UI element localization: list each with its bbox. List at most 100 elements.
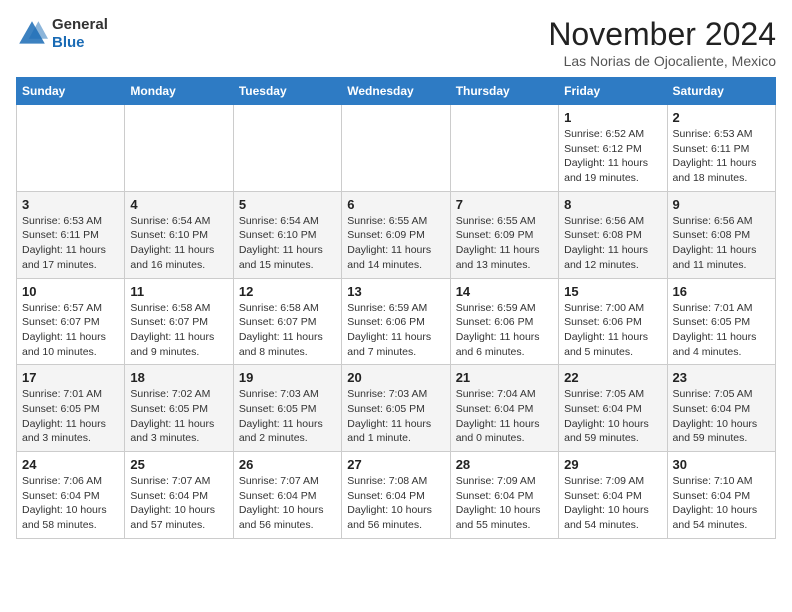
calendar-cell: 16 Sunrise: 7:01 AM Sunset: 6:05 PM Dayli… (667, 278, 775, 365)
day-number: 7 (456, 197, 553, 212)
day-info: Sunrise: 7:01 AM Sunset: 6:05 PM Dayligh… (22, 387, 119, 446)
day-info: Sunrise: 7:08 AM Sunset: 6:04 PM Dayligh… (347, 474, 444, 533)
day-info: Sunrise: 7:03 AM Sunset: 6:05 PM Dayligh… (239, 387, 336, 446)
calendar-cell: 10 Sunrise: 6:57 AM Sunset: 6:07 PM Dayli… (17, 278, 125, 365)
day-number: 20 (347, 370, 444, 385)
day-number: 23 (673, 370, 770, 385)
day-info: Sunrise: 6:53 AM Sunset: 6:11 PM Dayligh… (673, 127, 770, 186)
calendar-cell: 19 Sunrise: 7:03 AM Sunset: 6:05 PM Dayli… (233, 365, 341, 452)
day-info: Sunrise: 6:57 AM Sunset: 6:07 PM Dayligh… (22, 301, 119, 360)
day-number: 27 (347, 457, 444, 472)
day-number: 1 (564, 110, 661, 125)
day-info: Sunrise: 6:58 AM Sunset: 6:07 PM Dayligh… (239, 301, 336, 360)
calendar-cell: 27 Sunrise: 7:08 AM Sunset: 6:04 PM Dayli… (342, 452, 450, 539)
calendar-cell (233, 105, 341, 192)
calendar-cell: 4Sunrise: 6:54 AM Sunset: 6:10 PM Daylig… (125, 191, 233, 278)
day-info: Sunrise: 6:58 AM Sunset: 6:07 PM Dayligh… (130, 301, 227, 360)
month-title: November 2024 (548, 16, 776, 53)
day-info: Sunrise: 7:06 AM Sunset: 6:04 PM Dayligh… (22, 474, 119, 533)
day-info: Sunrise: 6:52 AM Sunset: 6:12 PM Dayligh… (564, 127, 661, 186)
calendar-table: SundayMondayTuesdayWednesdayThursdayFrid… (16, 77, 776, 539)
calendar-cell: 2Sunrise: 6:53 AM Sunset: 6:11 PM Daylig… (667, 105, 775, 192)
day-number: 30 (673, 457, 770, 472)
day-info: Sunrise: 7:01 AM Sunset: 6:05 PM Dayligh… (673, 301, 770, 360)
logo-icon (16, 18, 48, 50)
calendar-cell: 11 Sunrise: 6:58 AM Sunset: 6:07 PM Dayli… (125, 278, 233, 365)
calendar-cell: 30Sunrise: 7:10 AM Sunset: 6:04 PM Dayli… (667, 452, 775, 539)
day-number: 18 (130, 370, 227, 385)
calendar-cell: 24 Sunrise: 7:06 AM Sunset: 6:04 PM Dayli… (17, 452, 125, 539)
day-info: Sunrise: 6:54 AM Sunset: 6:10 PM Dayligh… (130, 214, 227, 273)
day-number: 24 (22, 457, 119, 472)
calendar-cell: 5 Sunrise: 6:54 AM Sunset: 6:10 PM Daylig… (233, 191, 341, 278)
weekday-header: Friday (559, 78, 667, 105)
calendar-cell: 21 Sunrise: 7:04 AM Sunset: 6:04 PM Dayli… (450, 365, 558, 452)
day-number: 19 (239, 370, 336, 385)
weekday-header-row: SundayMondayTuesdayWednesdayThursdayFrid… (17, 78, 776, 105)
day-number: 6 (347, 197, 444, 212)
logo-text: General Blue (52, 16, 108, 52)
day-number: 17 (22, 370, 119, 385)
day-info: Sunrise: 6:55 AM Sunset: 6:09 PM Dayligh… (347, 214, 444, 273)
weekday-header: Tuesday (233, 78, 341, 105)
weekday-header: Wednesday (342, 78, 450, 105)
day-number: 29 (564, 457, 661, 472)
day-info: Sunrise: 7:03 AM Sunset: 6:05 PM Dayligh… (347, 387, 444, 446)
day-info: Sunrise: 7:09 AM Sunset: 6:04 PM Dayligh… (456, 474, 553, 533)
day-number: 11 (130, 284, 227, 299)
calendar-cell: 15Sunrise: 7:00 AM Sunset: 6:06 PM Dayli… (559, 278, 667, 365)
weekday-header: Monday (125, 78, 233, 105)
day-number: 8 (564, 197, 661, 212)
day-info: Sunrise: 7:04 AM Sunset: 6:04 PM Dayligh… (456, 387, 553, 446)
day-info: Sunrise: 7:09 AM Sunset: 6:04 PM Dayligh… (564, 474, 661, 533)
day-number: 5 (239, 197, 336, 212)
calendar-cell: 18Sunrise: 7:02 AM Sunset: 6:05 PM Dayli… (125, 365, 233, 452)
calendar-cell (17, 105, 125, 192)
calendar-cell: 14 Sunrise: 6:59 AM Sunset: 6:06 PM Dayli… (450, 278, 558, 365)
day-number: 13 (347, 284, 444, 299)
day-info: Sunrise: 6:55 AM Sunset: 6:09 PM Dayligh… (456, 214, 553, 273)
day-number: 25 (130, 457, 227, 472)
logo: General Blue (16, 16, 108, 52)
day-number: 14 (456, 284, 553, 299)
calendar-cell (342, 105, 450, 192)
day-number: 26 (239, 457, 336, 472)
calendar-cell (125, 105, 233, 192)
calendar-cell: 29 Sunrise: 7:09 AM Sunset: 6:04 PM Dayli… (559, 452, 667, 539)
calendar-cell: 23Sunrise: 7:05 AM Sunset: 6:04 PM Dayli… (667, 365, 775, 452)
day-info: Sunrise: 6:56 AM Sunset: 6:08 PM Dayligh… (564, 214, 661, 273)
day-number: 10 (22, 284, 119, 299)
day-number: 28 (456, 457, 553, 472)
calendar-cell: 3 Sunrise: 6:53 AM Sunset: 6:11 PM Daylig… (17, 191, 125, 278)
day-number: 12 (239, 284, 336, 299)
day-info: Sunrise: 6:59 AM Sunset: 6:06 PM Dayligh… (347, 301, 444, 360)
day-number: 22 (564, 370, 661, 385)
calendar-week-row: 10 Sunrise: 6:57 AM Sunset: 6:07 PM Dayli… (17, 278, 776, 365)
calendar-cell: 9 Sunrise: 6:56 AM Sunset: 6:08 PM Daylig… (667, 191, 775, 278)
calendar-cell: 6 Sunrise: 6:55 AM Sunset: 6:09 PM Daylig… (342, 191, 450, 278)
day-info: Sunrise: 6:56 AM Sunset: 6:08 PM Dayligh… (673, 214, 770, 273)
day-number: 16 (673, 284, 770, 299)
calendar-cell: 1 Sunrise: 6:52 AM Sunset: 6:12 PM Daylig… (559, 105, 667, 192)
day-info: Sunrise: 6:53 AM Sunset: 6:11 PM Dayligh… (22, 214, 119, 273)
day-info: Sunrise: 6:59 AM Sunset: 6:06 PM Dayligh… (456, 301, 553, 360)
calendar-cell: 28 Sunrise: 7:09 AM Sunset: 6:04 PM Dayli… (450, 452, 558, 539)
day-number: 3 (22, 197, 119, 212)
day-info: Sunrise: 7:07 AM Sunset: 6:04 PM Dayligh… (130, 474, 227, 533)
calendar-cell: 12 Sunrise: 6:58 AM Sunset: 6:07 PM Dayli… (233, 278, 341, 365)
day-info: Sunrise: 7:05 AM Sunset: 6:04 PM Dayligh… (564, 387, 661, 446)
weekday-header: Sunday (17, 78, 125, 105)
calendar-week-row: 17 Sunrise: 7:01 AM Sunset: 6:05 PM Dayli… (17, 365, 776, 452)
day-number: 9 (673, 197, 770, 212)
day-info: Sunrise: 7:07 AM Sunset: 6:04 PM Dayligh… (239, 474, 336, 533)
calendar-cell: 13 Sunrise: 6:59 AM Sunset: 6:06 PM Dayli… (342, 278, 450, 365)
calendar-cell: 22 Sunrise: 7:05 AM Sunset: 6:04 PM Dayli… (559, 365, 667, 452)
location: Las Norias de Ojocaliente, Mexico (548, 53, 776, 69)
calendar-cell: 8 Sunrise: 6:56 AM Sunset: 6:08 PM Daylig… (559, 191, 667, 278)
day-number: 21 (456, 370, 553, 385)
calendar-cell: 17 Sunrise: 7:01 AM Sunset: 6:05 PM Dayli… (17, 365, 125, 452)
day-info: Sunrise: 6:54 AM Sunset: 6:10 PM Dayligh… (239, 214, 336, 273)
weekday-header: Saturday (667, 78, 775, 105)
title-block: November 2024 Las Norias de Ojocaliente,… (548, 16, 776, 69)
day-number: 15 (564, 284, 661, 299)
